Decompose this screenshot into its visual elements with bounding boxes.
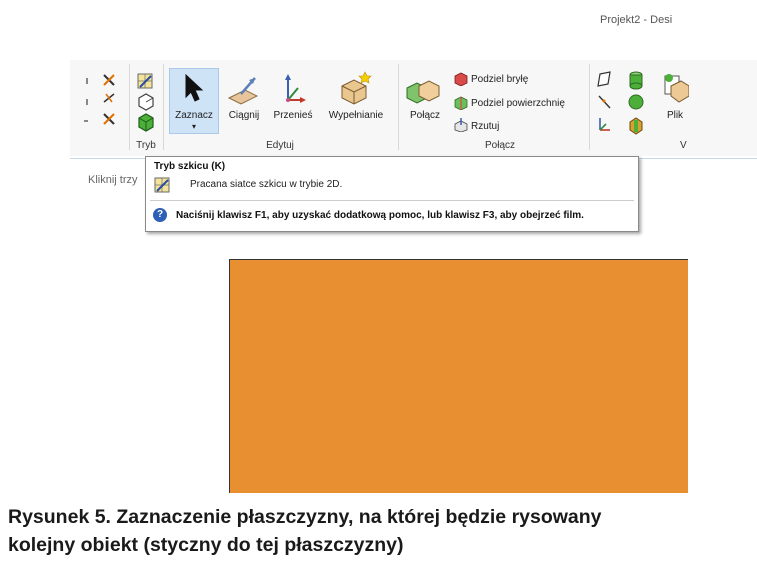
fill-icon	[341, 71, 372, 105]
sketch-mode-icon	[154, 177, 170, 193]
partial-tool-icon	[86, 78, 88, 84]
cylinder-icon[interactable]	[629, 71, 643, 90]
caption-line-1: Rysunek 5. Zaznaczenie płaszczyzny, na k…	[8, 506, 602, 528]
line-icon[interactable]	[598, 95, 611, 109]
rzutuj-button[interactable]: Rzutuj	[471, 121, 499, 132]
section-mode-icon[interactable]	[138, 93, 154, 111]
plik-button[interactable]: Plik	[658, 110, 692, 121]
selected-plane[interactable]	[229, 259, 688, 493]
3d-mode-icon[interactable]	[138, 113, 154, 132]
sketch-constraint-tools[interactable]	[82, 72, 122, 134]
ribbon-separator	[398, 64, 399, 150]
window-title: Projekt2 - Desi	[600, 14, 673, 26]
perpendicular-icon[interactable]	[103, 93, 115, 103]
ribbon-separator	[129, 64, 130, 150]
przenies-button[interactable]: Przenieś	[270, 110, 316, 121]
project-icon	[454, 118, 468, 132]
trim-icon[interactable]	[103, 113, 115, 125]
zaznacz-button[interactable]: Zaznacz	[169, 110, 219, 121]
origin-icon[interactable]	[599, 118, 610, 131]
polacz-button[interactable]: Połącz	[402, 110, 448, 121]
move-icon	[285, 74, 306, 103]
caption-line-2: kolejny obiekt (styczny do tej płaszczyz…	[8, 534, 404, 556]
zaznacz-dropdown-arrow[interactable]: ▾	[169, 122, 219, 131]
file-insert-icon	[664, 74, 689, 103]
tooltip-description: Pracana siatce szkicu w trybie 2D.	[190, 179, 343, 190]
group-label-polacz: Połącz	[484, 140, 515, 151]
tooltip-title: Tryb szkicu (K)	[154, 161, 226, 172]
partial-tool-icon	[86, 99, 88, 105]
tangent-icon[interactable]	[103, 74, 115, 86]
partial-tool-icon	[84, 120, 88, 122]
status-hint-text: Kliknij trzy	[88, 174, 138, 186]
podziel-bryle-button[interactable]: Podziel bryłę	[471, 74, 528, 85]
select-cursor-icon	[185, 73, 204, 102]
help-icon: ?	[153, 208, 167, 222]
group-label-partial: V	[680, 140, 687, 151]
plane-icon[interactable]	[597, 71, 611, 87]
tooltip-divider	[150, 200, 634, 201]
tooltip: Tryb szkicu (K) Pracana siatce szkicu w …	[145, 156, 639, 232]
ribbon-separator	[163, 64, 164, 150]
ribbon-separator	[589, 64, 590, 150]
sketch-mode-icon[interactable]	[137, 73, 153, 89]
wypelnianie-button[interactable]: Wypełnianie	[320, 110, 392, 121]
podziel-powierzchnie-button[interactable]: Podziel powierzchnię	[471, 98, 565, 109]
ciagnij-button[interactable]: Ciągnij	[222, 110, 266, 121]
combine-icon	[406, 80, 440, 104]
split-surface-icon	[454, 96, 468, 110]
split-body-icon	[454, 72, 468, 86]
shell-icon[interactable]	[629, 117, 643, 135]
group-label-edytuj: Edytuj	[266, 140, 294, 151]
pull-icon	[227, 77, 259, 105]
mode-buttons[interactable]	[135, 72, 157, 136]
figure-caption: Rysunek 5. Zaznaczenie płaszczyzny, na k…	[8, 503, 753, 559]
sphere-icon[interactable]	[628, 94, 644, 110]
primitive-tools[interactable]	[596, 70, 652, 136]
tooltip-help-text: Naciśnij klawisz F1, aby uzyskać dodatko…	[176, 210, 584, 221]
group-label-tryb: Tryb	[136, 140, 156, 151]
